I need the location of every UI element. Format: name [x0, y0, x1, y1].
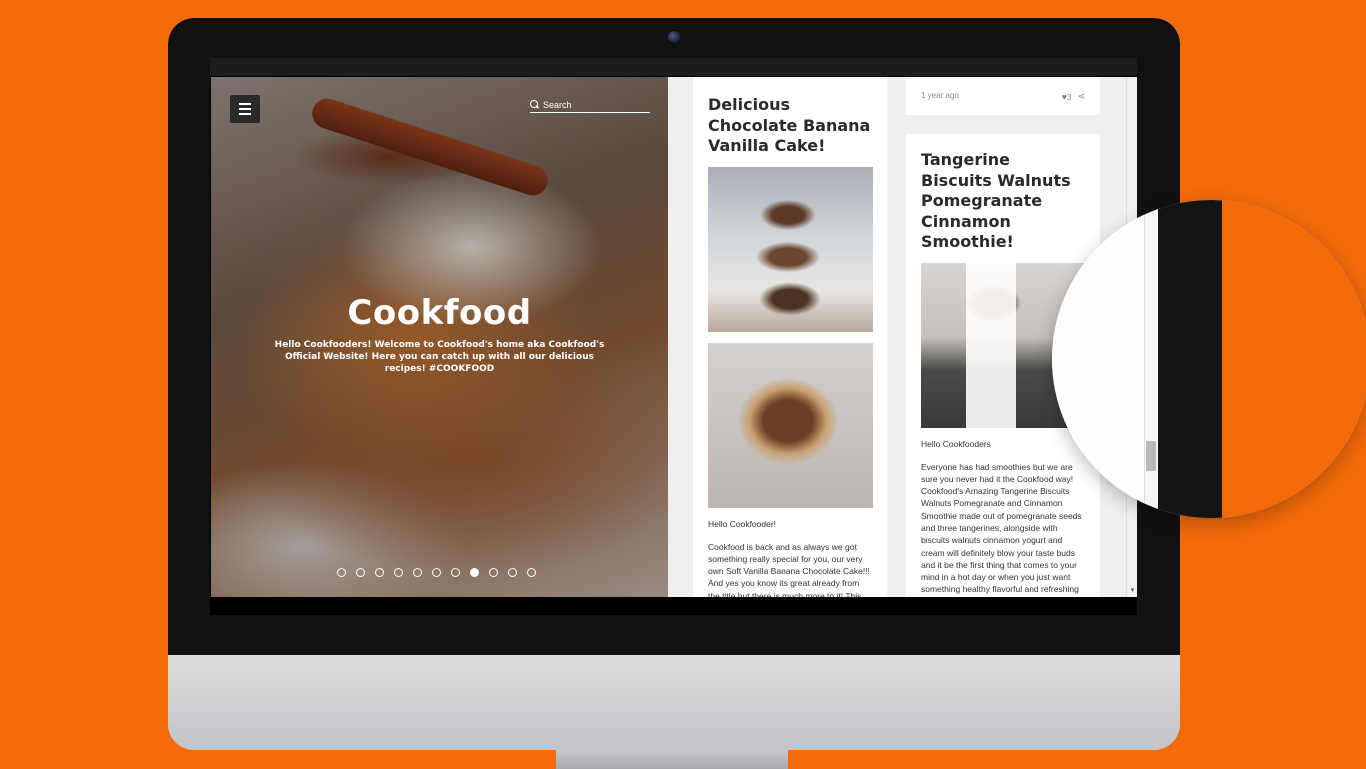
like-button[interactable]: ♥3 [1062, 92, 1072, 102]
post-greeting: Hello Cookfooder! [708, 518, 777, 529]
post-card-footer: 1 year ago ♥3 ⋖ [906, 77, 1100, 115]
post-meta: 1 year ago ♥3 ⋖ [921, 91, 1085, 102]
website-viewport: Search Cookfood Hello Cookfooders! Welco… [211, 77, 1137, 597]
slider-dot[interactable] [470, 568, 479, 577]
post-card[interactable]: Delicious Chocolate Banana Vanilla Cake!… [693, 77, 887, 597]
post-time: 1 year ago [921, 91, 959, 100]
like-count: 3 [1067, 92, 1072, 102]
imac-stand [556, 750, 788, 769]
search-placeholder: Search [543, 99, 572, 110]
slider-dot[interactable] [451, 568, 460, 577]
cinnamon-stick-decoration [308, 94, 552, 200]
magnified-bezel [1158, 200, 1222, 518]
screen: Search Cookfood Hello Cookfooders! Welco… [210, 58, 1137, 615]
magnified-scrollbar-thumb [1146, 441, 1156, 471]
slider-dot[interactable] [413, 568, 422, 577]
search-icon [530, 100, 539, 109]
magnified-page-area [1052, 200, 1144, 518]
scroll-down-arrow-icon[interactable]: ▾ [1129, 587, 1136, 594]
slider-dot[interactable] [508, 568, 517, 577]
post-title[interactable]: Delicious Chocolate Banana Vanilla Cake! [708, 95, 872, 157]
site-description: Hello Cookfooders! Welcome to Cookfood's… [274, 340, 605, 374]
slider-dot[interactable] [375, 568, 384, 577]
magnified-background [1222, 200, 1366, 518]
browser-top-bar [210, 58, 1137, 76]
slider-dot[interactable] [489, 568, 498, 577]
slider-dots [337, 568, 536, 577]
slider-dot[interactable] [394, 568, 403, 577]
imac-chin [168, 655, 1180, 750]
post-image[interactable] [708, 342, 873, 508]
search-input[interactable]: Search [530, 97, 650, 113]
slider-dot[interactable] [356, 568, 365, 577]
menu-button[interactable] [230, 95, 260, 123]
webcam [668, 31, 680, 43]
share-icon[interactable]: ⋖ [1077, 91, 1085, 102]
slider-dot[interactable] [337, 568, 346, 577]
post-excerpt: Cookfood is back and as always we got so… [708, 541, 870, 598]
screen-bottom-edge [210, 597, 1137, 615]
hero-slider: Search Cookfood Hello Cookfooders! Welco… [211, 77, 668, 597]
magnifier-callout [1052, 200, 1366, 518]
slider-dot[interactable] [527, 568, 536, 577]
post-image[interactable] [708, 166, 873, 332]
site-title: Cookfood [347, 293, 532, 333]
slider-dot[interactable] [432, 568, 441, 577]
